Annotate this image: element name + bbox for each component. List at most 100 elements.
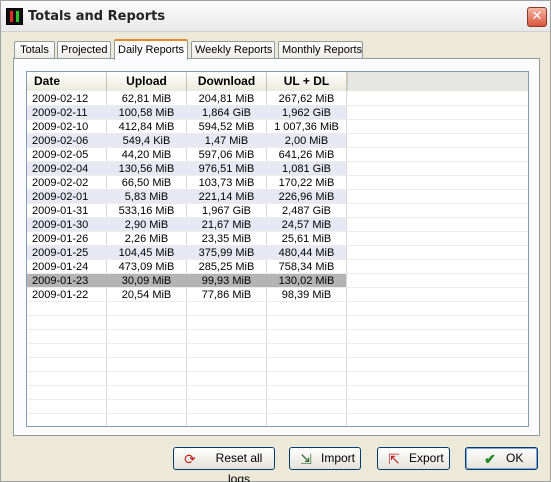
total-cell: 480,44 MiB bbox=[278, 247, 335, 259]
grid-line bbox=[27, 357, 528, 358]
download-cell: 976,51 MiB bbox=[198, 163, 255, 175]
refresh-icon: ⟳ bbox=[184, 451, 196, 467]
download-cell: 1,47 MiB bbox=[204, 135, 249, 147]
table-row[interactable]: 2009-01-24 473,09 MiB 285,25 MiB 758,34 MiB bbox=[27, 260, 346, 274]
reset-all-logs-label: Reset all logs bbox=[215, 451, 263, 482]
grid-line bbox=[27, 189, 528, 190]
daily-reports-panel: Date Upload Download UL + DL 2009-02-12 6… bbox=[13, 58, 540, 436]
download-cell: 21,67 MiB bbox=[201, 219, 252, 231]
tab-weekly-reports[interactable]: Weekly Reports bbox=[191, 41, 275, 59]
total-cell: 24,57 MiB bbox=[281, 219, 332, 231]
export-button[interactable]: ⇱ Export bbox=[377, 447, 450, 470]
date-cell: 2009-02-02 bbox=[32, 177, 89, 189]
column-header-download[interactable]: Download bbox=[187, 72, 267, 91]
close-button[interactable]: ✕ bbox=[527, 7, 547, 27]
grid-line bbox=[27, 105, 528, 106]
total-cell: 25,61 MiB bbox=[281, 233, 332, 245]
date-cell: 2009-01-24 bbox=[32, 261, 89, 273]
grid-line bbox=[27, 301, 528, 302]
upload-cell: 2,90 MiB bbox=[124, 219, 169, 231]
upload-cell: 44,20 MiB bbox=[121, 149, 172, 161]
table-row[interactable]: 2009-02-12 62,81 MiB 204,81 MiB 267,62 MiB bbox=[27, 92, 346, 106]
column-header-date[interactable]: Date bbox=[27, 72, 107, 91]
column-header-upload[interactable]: Upload bbox=[107, 72, 187, 91]
table-row[interactable]: 2009-02-10 412,84 MiB 594,52 MiB 1 007,36 M… bbox=[27, 120, 346, 134]
grid-line bbox=[27, 343, 528, 344]
grid-line bbox=[27, 413, 528, 414]
grid-line bbox=[27, 315, 528, 316]
date-cell: 2009-01-23 bbox=[32, 275, 89, 287]
grid-line bbox=[27, 245, 528, 246]
table-row[interactable]: 2009-01-31 533,16 MiB 1,967 GiB 2,487 GiB bbox=[27, 204, 346, 218]
grid-line bbox=[27, 217, 528, 218]
title-bar[interactable]: Totals and Reports ✕ bbox=[1, 1, 550, 32]
daily-report-list[interactable]: Date Upload Download UL + DL 2009-02-12 6… bbox=[26, 71, 529, 427]
total-cell: 1 007,36 MiB bbox=[274, 121, 339, 133]
download-cell: 23,35 MiB bbox=[201, 233, 252, 245]
upload-cell: 20,54 MiB bbox=[121, 289, 172, 301]
table-row[interactable]: 2009-01-26 2,26 MiB 23,35 MiB 25,61 MiB bbox=[27, 232, 346, 246]
export-label: Export bbox=[409, 451, 444, 465]
table-row[interactable]: 2009-01-23 30,09 MiB 99,93 MiB 130,02 MiB bbox=[27, 274, 346, 288]
ok-button[interactable]: ✔ OK bbox=[465, 447, 538, 470]
total-cell: 641,26 MiB bbox=[278, 149, 335, 161]
date-cell: 2009-02-05 bbox=[32, 149, 89, 161]
total-cell: 267,62 MiB bbox=[278, 93, 335, 105]
grid-line bbox=[27, 231, 528, 232]
download-cell: 221,14 MiB bbox=[198, 191, 255, 203]
total-cell: 758,34 MiB bbox=[278, 261, 335, 273]
date-cell: 2009-02-01 bbox=[32, 191, 89, 203]
upload-cell: 5,83 MiB bbox=[124, 191, 169, 203]
upload-cell: 104,45 MiB bbox=[118, 247, 175, 259]
grid-line bbox=[27, 371, 528, 372]
tab-totals[interactable]: Totals bbox=[14, 41, 55, 59]
download-cell: 1,967 GiB bbox=[202, 205, 251, 217]
tab-monthly-reports[interactable]: Monthly Reports bbox=[278, 41, 363, 59]
table-row[interactable]: 2009-01-22 20,54 MiB 77,86 MiB 98,39 MiB bbox=[27, 288, 346, 302]
download-cell: 285,25 MiB bbox=[198, 261, 255, 273]
grid-line bbox=[27, 259, 528, 260]
table-row[interactable]: 2009-02-02 66,50 MiB 103,73 MiB 170,22 MiB bbox=[27, 176, 346, 190]
download-cell: 597,06 MiB bbox=[198, 149, 255, 161]
window-title: Totals and Reports bbox=[28, 9, 166, 24]
checkmark-icon: ✔ bbox=[484, 451, 496, 467]
import-button[interactable]: ⇲ Import bbox=[289, 447, 361, 470]
upload-cell: 30,09 MiB bbox=[121, 275, 172, 287]
grid-line bbox=[27, 175, 528, 176]
grid-line bbox=[27, 203, 528, 204]
grid-line bbox=[27, 399, 528, 400]
grid-line bbox=[27, 147, 528, 148]
table-row[interactable]: 2009-02-11 100,58 MiB 1,864 GiB 1,962 GiB bbox=[27, 106, 346, 120]
download-cell: 594,52 MiB bbox=[198, 121, 255, 133]
date-cell: 2009-01-26 bbox=[32, 233, 89, 245]
export-icon: ⇱ bbox=[388, 451, 400, 467]
grid-line bbox=[27, 329, 528, 330]
total-cell: 2,00 MiB bbox=[284, 135, 329, 147]
date-cell: 2009-01-31 bbox=[32, 205, 89, 217]
date-cell: 2009-01-30 bbox=[32, 219, 89, 231]
table-row[interactable]: 2009-02-06 549,4 KiB 1,47 MiB 2,00 MiB bbox=[27, 134, 346, 148]
upload-cell: 130,56 MiB bbox=[118, 163, 175, 175]
upload-cell: 100,58 MiB bbox=[118, 107, 175, 119]
grid-line bbox=[27, 133, 528, 134]
column-header-total[interactable]: UL + DL bbox=[267, 72, 347, 91]
date-cell: 2009-01-22 bbox=[32, 289, 89, 301]
table-row[interactable]: 2009-02-04 130,56 MiB 976,51 MiB 1,081 GiB bbox=[27, 162, 346, 176]
upload-cell: 62,81 MiB bbox=[121, 93, 172, 105]
total-cell: 130,02 MiB bbox=[278, 275, 335, 287]
table-row[interactable]: 2009-01-25 104,45 MiB 375,99 MiB 480,44 MiB bbox=[27, 246, 346, 260]
grid-line bbox=[27, 161, 528, 162]
column-header-filler bbox=[347, 72, 528, 91]
total-cell: 2,487 GiB bbox=[282, 205, 331, 217]
table-row[interactable]: 2009-02-05 44,20 MiB 597,06 MiB 641,26 MiB bbox=[27, 148, 346, 162]
download-cell: 375,99 MiB bbox=[198, 247, 255, 259]
tab-projected[interactable]: Projected bbox=[57, 41, 111, 59]
tab-daily-reports[interactable]: Daily Reports bbox=[114, 39, 188, 60]
reset-all-logs-button[interactable]: ⟳ Reset all logs bbox=[173, 447, 275, 482]
upload-cell: 2,26 MiB bbox=[124, 233, 169, 245]
upload-cell: 473,09 MiB bbox=[118, 261, 175, 273]
grid-line bbox=[27, 287, 528, 288]
download-cell: 99,93 MiB bbox=[201, 275, 252, 287]
table-row[interactable]: 2009-01-30 2,90 MiB 21,67 MiB 24,57 MiB bbox=[27, 218, 346, 232]
table-row[interactable]: 2009-02-01 5,83 MiB 221,14 MiB 226,96 MiB bbox=[27, 190, 346, 204]
